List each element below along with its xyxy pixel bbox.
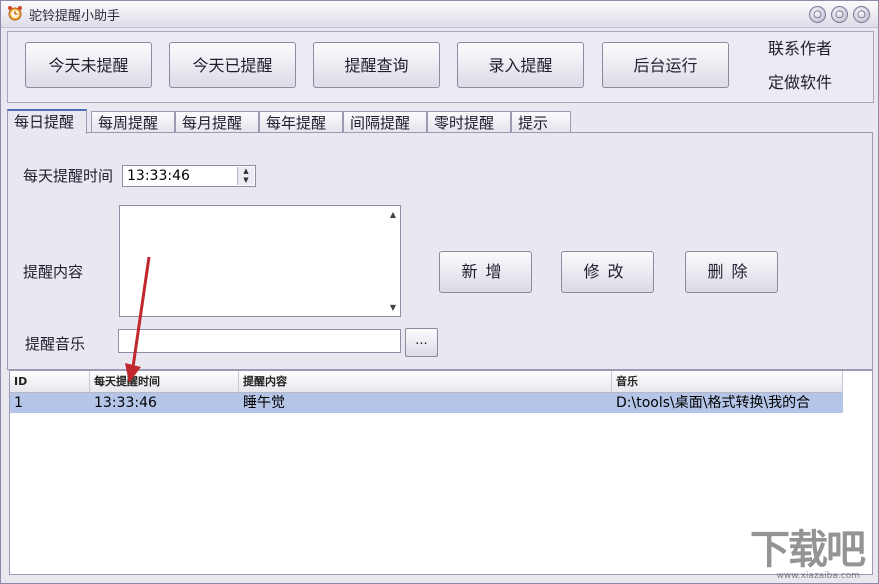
alarm-clock-icon (8, 6, 22, 21)
time-input[interactable]: 13:33:46 ▲ ▼ (122, 165, 256, 187)
close-icon: ○ (857, 9, 866, 20)
music-label: 提醒音乐 (25, 335, 86, 353)
column-header-time[interactable]: 每天提醒时间 (90, 371, 239, 392)
custom-software-link[interactable]: 定做软件 (768, 69, 832, 93)
content-label: 提醒内容 (23, 263, 84, 281)
maximize-icon: ○ (835, 9, 844, 20)
cell-content: 睡午觉 (243, 395, 285, 411)
tab-one-time[interactable]: 零时提醒 (427, 111, 511, 133)
watermark-logo: 下载吧 (750, 527, 866, 573)
table-row[interactable]: 1 13:33:46 睡午觉 D:\tools\桌面\格式转换\我的合 (10, 393, 843, 413)
app-window: 驼铃提醒小助手 ○ ○ ○ 今天未提醒 今天已提醒 提醒查询 录入提醒 后台运行… (0, 0, 879, 584)
reminder-table: ID 每天提醒时间 提醒内容 音乐 1 13:33:46 睡午觉 D:\tool… (9, 370, 873, 575)
tab-tips[interactable]: 提示 (511, 111, 571, 133)
maximize-button[interactable]: ○ (831, 6, 848, 23)
column-header-id[interactable]: ID (10, 371, 90, 392)
cell-id: 1 (14, 395, 23, 411)
time-label: 每天提醒时间 (23, 167, 114, 185)
annotation-arrow (125, 256, 151, 383)
query-reminder-button[interactable]: 提醒查询 (313, 42, 440, 88)
scroll-down-icon[interactable]: ▼ (390, 303, 396, 312)
spin-up-icon[interactable]: ▲ (238, 167, 254, 176)
tab-daily[interactable]: 每日提醒 (7, 109, 87, 134)
browse-button[interactable]: ... (405, 328, 438, 357)
tab-weekly[interactable]: 每周提醒 (91, 111, 175, 133)
tab-bar: 每日提醒 每周提醒 每月提醒 每年提醒 间隔提醒 零时提醒 提示 (7, 109, 873, 134)
today-reminded-button[interactable]: 今天已提醒 (169, 42, 296, 88)
run-background-button[interactable]: 后台运行 (602, 42, 729, 88)
delete-button[interactable]: 删除 (685, 251, 778, 293)
window-title: 驼铃提醒小助手 (29, 9, 121, 24)
tab-monthly[interactable]: 每月提醒 (175, 111, 259, 133)
time-value: 13:33:46 (127, 168, 190, 184)
minimize-icon: ○ (813, 9, 822, 20)
spin-down-icon[interactable]: ▼ (238, 176, 254, 185)
minimize-button[interactable]: ○ (809, 6, 826, 23)
close-button[interactable]: ○ (853, 6, 870, 23)
title-bar: 驼铃提醒小助手 ○ ○ ○ (1, 1, 878, 28)
watermark-url: www.xiazaiba.com (776, 571, 860, 581)
cell-time: 13:33:46 (94, 395, 157, 411)
add-button[interactable]: 新增 (439, 251, 532, 293)
time-spinner[interactable]: ▲ ▼ (237, 167, 254, 185)
scroll-up-icon[interactable]: ▲ (390, 210, 396, 219)
today-unreminded-button[interactable]: 今天未提醒 (25, 42, 152, 88)
enter-reminder-button[interactable]: 录入提醒 (457, 42, 584, 88)
tab-yearly[interactable]: 每年提醒 (259, 111, 343, 133)
content-textarea[interactable]: ▲ ▼ (119, 205, 401, 317)
tab-interval[interactable]: 间隔提醒 (343, 111, 427, 133)
column-header-music[interactable]: 音乐 (612, 371, 843, 392)
column-header-content[interactable]: 提醒内容 (239, 371, 612, 392)
contact-author-link[interactable]: 联系作者 (768, 35, 832, 59)
edit-button[interactable]: 修改 (561, 251, 654, 293)
cell-music: D:\tools\桌面\格式转换\我的合 (616, 395, 811, 411)
